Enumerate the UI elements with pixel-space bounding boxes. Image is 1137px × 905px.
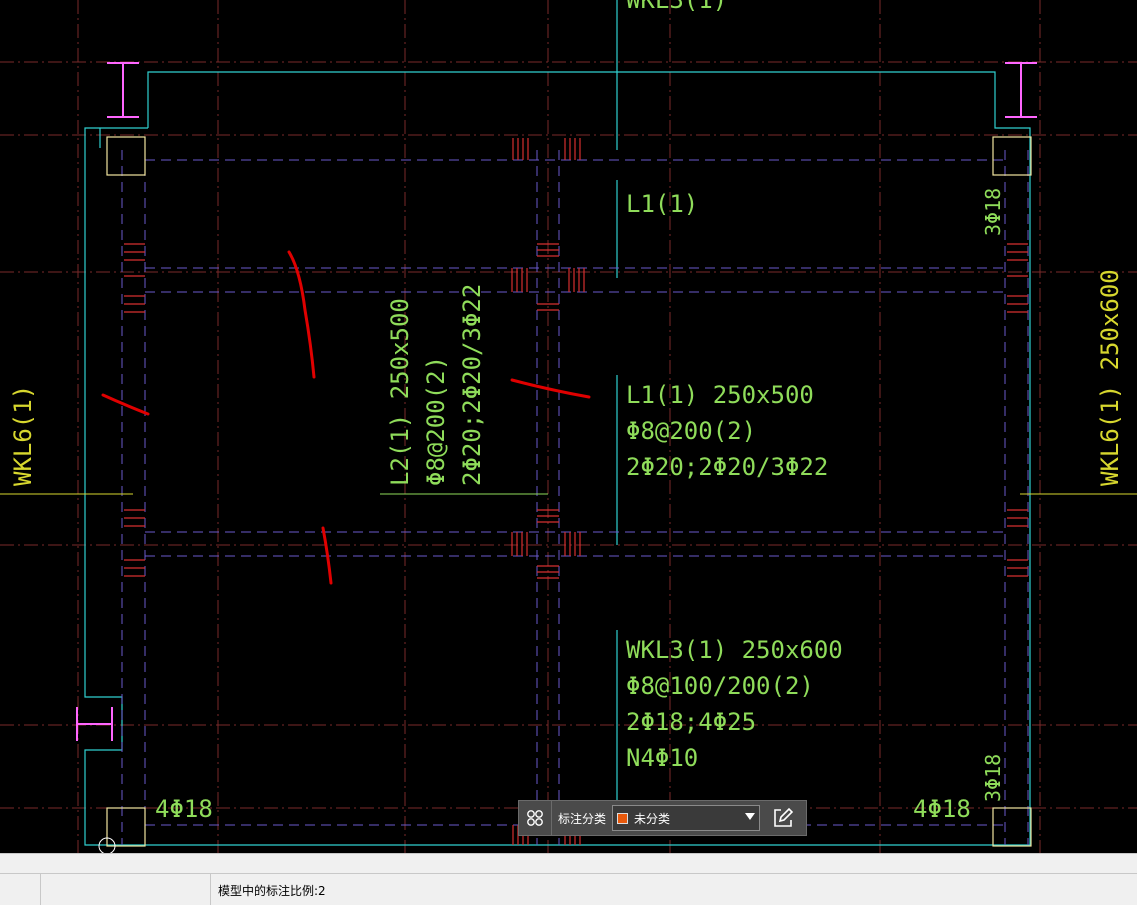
label-l2-line1: L2(1) 250x500 [386, 298, 414, 486]
label-l1-line1: L1(1) 250x500 [626, 381, 814, 409]
status-cell-left [0, 874, 41, 905]
label-wkl6-left: WKL6(1) [9, 385, 37, 486]
chevron-down-icon[interactable] [745, 813, 756, 820]
label-wkl3-line3: 2Φ18;4Φ25 [626, 708, 756, 736]
grid-icon[interactable] [519, 801, 552, 835]
label-wkl3-line4: N4Φ10 [626, 744, 698, 772]
label-3phi18-lower: 3Φ18 [981, 754, 1005, 802]
cad-drawing-canvas[interactable]: WKL3(1) L1(1) L1(1) 250x500 Φ8@200(2) 2Φ… [0, 0, 1137, 853]
label-l2-line3: 2Φ20;2Φ20/3Φ22 [458, 284, 486, 486]
label-wkl3-top: WKL3(1) [626, 0, 727, 14]
label-l1-line3: 2Φ20;2Φ20/3Φ22 [626, 453, 828, 481]
annotation-category-label: 标注分类 [558, 811, 607, 826]
label-4phi18-left: 4Φ18 [155, 795, 213, 823]
annotation-scale-text: 模型中的标注比例:2 [218, 884, 326, 898]
annotation-category-select[interactable]: 未分类 [612, 805, 761, 831]
label-3phi18-upper: 3Φ18 [981, 188, 1005, 236]
label-wkl3-line2: Φ8@100/200(2) [626, 672, 814, 700]
status-bar: 模型中的标注比例:2 [0, 873, 1137, 905]
label-4phi18-right: 4Φ18 [913, 795, 971, 823]
label-l2-line2: Φ8@200(2) [422, 356, 450, 486]
status-cell-2 [40, 874, 211, 905]
label-wkl6-right: WKL6(1) 250x600 [1096, 269, 1124, 486]
label-wkl3-line1: WKL3(1) 250x600 [626, 636, 843, 664]
annotation-category-toolbar: 标注分类 未分类 [518, 800, 807, 836]
category-select-value: 未分类 [634, 811, 671, 826]
edit-icon[interactable] [766, 801, 800, 835]
label-l1-line2: Φ8@200(2) [626, 417, 756, 445]
category-color-swatch [617, 812, 629, 824]
horizontal-scrollbar-area[interactable] [0, 853, 1137, 874]
label-l1-upper: L1(1) [626, 190, 698, 218]
